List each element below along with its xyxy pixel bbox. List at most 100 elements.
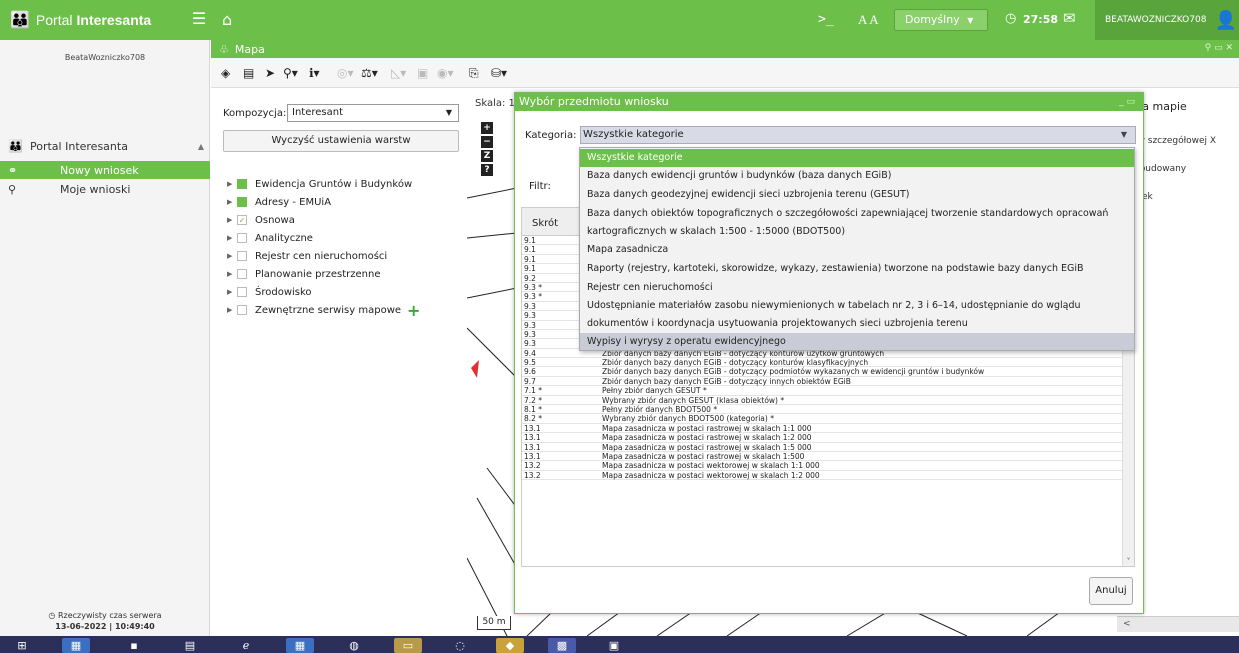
info-icon[interactable]: ℹ▾ [309,66,320,80]
sidebar-section-portal[interactable]: 👪 Portal Interesanta ▲ [8,136,204,156]
cancel-button[interactable]: Anuluj [1089,577,1133,605]
taskbar-app-icon[interactable]: ▣ [600,638,628,653]
horizontal-scrollbar[interactable]: < [1117,616,1239,632]
table-row[interactable]: 7.1 * Pełny zbiór danych GESUT * [522,386,1134,396]
user-menu[interactable]: BEATAWOZNICZKO708 👤 [1095,0,1239,40]
dialog-title: Wybór przedmiotu wniosku [519,95,669,108]
mail-icon[interactable]: ✉ [1063,9,1076,27]
layer-planowanie[interactable]: ▶ Planowanie przestrzenne [227,266,380,282]
scroll-down-icon[interactable]: ˅ [1123,557,1134,566]
start-icon[interactable]: ⊞ [8,638,36,653]
taskbar-app-icon[interactable]: ▩ [548,638,576,653]
folder-icon[interactable]: ▭ [394,638,422,653]
home-icon[interactable]: ⌂ [222,10,232,29]
layer-osnowa[interactable]: ▶ ✓ Osnowa [227,212,295,228]
composition-value: Interesant [292,107,344,118]
layer-checkbox[interactable] [237,287,247,297]
expand-icon[interactable]: ▶ [227,252,237,260]
save-app-icon[interactable]: ▪ [120,638,148,653]
select-icon[interactable]: ◎▾ [337,66,354,80]
copy-icon[interactable]: ⎘ [469,66,479,81]
layer-emuia[interactable]: ▶ Adresy - EMUiA [227,194,331,210]
taskbar-app-icon[interactable]: ▦ [286,638,314,653]
column-header-skrot[interactable]: Skrót [532,218,558,229]
layer-egib[interactable]: ▶ Ewidencja Gruntów i Budynków [227,176,412,192]
globe-icon[interactable]: ◉▾ [437,66,454,80]
layer-external-services[interactable]: ▶ Zewnętrzne serwisy mapowe + [227,301,420,320]
table-row[interactable]: 13.2 Mapa zasadnicza w postaci wektorowej… [522,471,1134,481]
table-row[interactable]: 13.1 Mapa zasadnicza w postaci rastrowej … [522,452,1134,462]
image-icon[interactable]: ▣ [417,66,428,80]
table-row[interactable]: 9.7 Zbiór danych bazy danych EGiB - dotyc… [522,376,1134,387]
layers-icon[interactable]: ◈ [221,66,230,80]
layer-checkbox[interactable] [237,305,247,315]
expand-icon[interactable]: ▶ [227,216,237,224]
category-option[interactable]: Baza danych obiektów topograficznych o s… [580,205,1134,241]
category-option[interactable]: Udostępnianie materiałów zasobu niewymie… [580,297,1134,333]
table-row[interactable]: 13.1 Mapa zasadnicza w postaci rastrowej … [522,443,1134,452]
category-option[interactable]: Rejestr cen nieruchomości [580,279,1134,297]
browser-icon[interactable]: ℯ [232,638,260,653]
window-controls-icon[interactable]: _ ▭ [1119,93,1135,111]
layer-checkbox[interactable]: ✓ [237,215,247,225]
pointer-icon[interactable]: ➤ [265,66,275,80]
category-select[interactable]: Wszystkie kategorie ▼ [580,126,1136,144]
taskbar-app-icon[interactable]: ◍ [340,638,368,653]
zoom-in-icon[interactable]: + [481,122,493,134]
sidebar-item-new-request[interactable]: ⚭ Nowy wniosek [0,161,210,179]
composition-select[interactable]: Interesant ▼ [287,104,459,122]
dialog-title-bar[interactable]: Wybór przedmiotu wniosku _ ▭ [515,93,1143,111]
zoom-out-icon[interactable]: − [481,136,493,148]
category-option[interactable]: Raporty (rejestry, kartoteki, skorowidze… [580,260,1134,278]
draw-icon[interactable]: ◺▾ [391,66,406,80]
panel-controls-icon[interactable]: ⚲ ▭ ✕ [1205,43,1233,53]
portal-brand[interactable]: 👪 Portal Interesanta [10,0,208,40]
expand-icon[interactable]: ▶ [227,234,237,242]
zoom-window-icon[interactable]: Z [481,150,493,162]
layer-checkbox[interactable] [237,179,247,189]
expand-icon[interactable]: ▶ [227,270,237,278]
category-option[interactable]: Baza danych ewidencji gruntów i budynków… [580,167,1134,185]
layer-checkbox[interactable] [237,269,247,279]
cell-description: Zbiór danych bazy danych EGiB - dotycząc… [602,376,851,386]
user-icon: 👤 [1214,9,1237,31]
layer-checkbox[interactable] [237,233,247,243]
measure-icon[interactable]: ⚖▾ [361,66,378,80]
layer-checkbox[interactable] [237,197,247,207]
font-size-icon[interactable]: A A [858,12,879,28]
layer-srodowisko[interactable]: ▶ Środowisko [227,284,312,300]
table-row[interactable]: 9.5 Zbiór danych bazy danych EGiB - dotyc… [522,358,1134,368]
expand-icon[interactable]: ▶ [227,288,237,296]
zoom-icon[interactable]: ⚲▾ [283,66,298,80]
table-row[interactable]: 13.1 Mapa zasadnicza w postaci rastrowej … [522,433,1134,443]
table-row[interactable]: 13.1 Mapa zasadnicza w postaci rastrowej … [522,424,1134,434]
layer-checkbox[interactable] [237,251,247,261]
list-icon[interactable]: ▤ [243,66,254,80]
taskbar-app-icon[interactable]: ▦ [62,638,90,653]
expand-icon[interactable]: ▶ [227,198,237,206]
menu-toggle-icon[interactable]: ☰ [190,10,208,28]
table-row[interactable]: 9.6 Zbiór danych bazy danych EGiB - dotyc… [522,367,1134,377]
clear-layers-button[interactable]: Wyczyść ustawienia warstw [223,130,459,152]
category-option[interactable]: Mapa zasadnicza [580,241,1134,259]
table-row[interactable]: 13.2 Mapa zasadnicza w postaci wektorowej… [522,461,1134,471]
category-option[interactable]: Baza danych geodezyjnej ewidencji sieci … [580,186,1134,204]
add-service-icon[interactable]: + [407,301,420,320]
category-option[interactable]: Wypisy i wyrysy z operatu ewidencyjnego [580,333,1134,350]
sidebar-item-my-requests[interactable]: ⚲ Moje wnioski [0,180,210,198]
table-row[interactable]: 8.2 * Wybrany zbiór danych BDOT500 (kateg… [522,414,1134,424]
taskbar-app-icon[interactable]: ▤ [176,638,204,653]
expand-icon[interactable]: ▶ [227,180,237,188]
taskbar-app-icon[interactable]: ◆ [496,638,524,653]
terminal-icon[interactable]: >_ [818,12,834,27]
layer-analityczne[interactable]: ▶ Analityczne [227,230,313,246]
expand-icon[interactable]: ▶ [227,306,237,314]
layer-rejestr-cen[interactable]: ▶ Rejestr cen nieruchomości [227,248,387,264]
taskbar-app-icon[interactable]: ◌ [446,638,474,653]
help-icon[interactable]: ? [481,164,493,176]
database-icon[interactable]: ⛁▾ [491,66,507,80]
table-row[interactable]: 7.2 * Wybrany zbiór danych GESUT (klasa o… [522,396,1134,406]
table-row[interactable]: 8.1 * Pełny zbiór danych BDOT500 * [522,405,1134,415]
category-option[interactable]: Wszystkie kategorie [580,149,1134,167]
theme-select[interactable]: Domyślny ▼ [894,9,988,31]
